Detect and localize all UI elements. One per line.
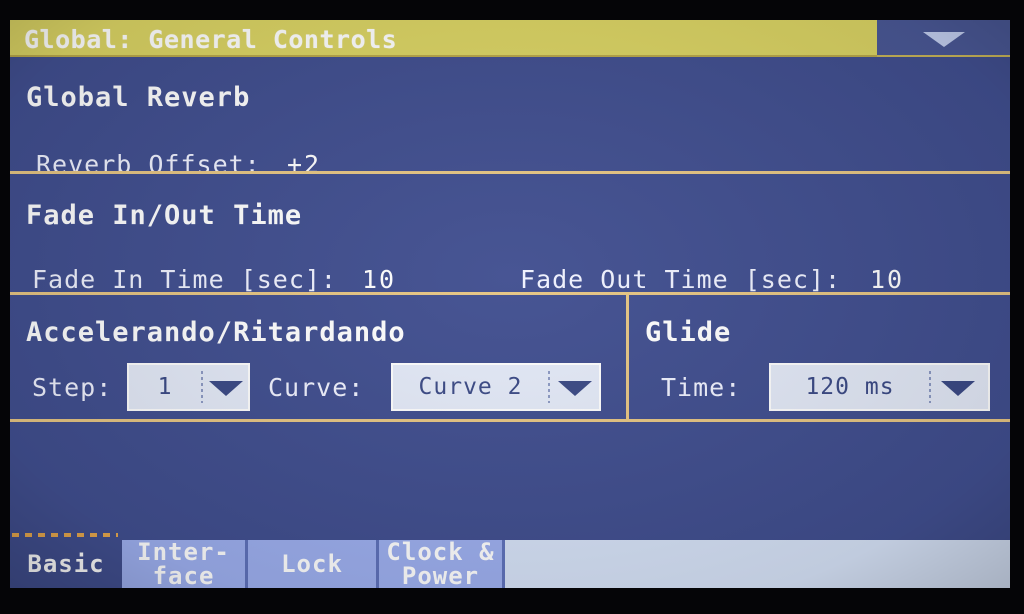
fade-in-time-value[interactable]: 10 <box>362 265 396 294</box>
fade-out-time-value[interactable]: 10 <box>870 265 904 294</box>
curve-dropdown[interactable]: Curve 2 <box>391 363 601 411</box>
page-menu-button[interactable] <box>877 20 1010 57</box>
accelerando-ritardando-heading: Accelerando/Ritardando <box>26 317 406 348</box>
chevron-down-icon <box>209 381 243 396</box>
fade-section: Fade In/Out Time Fade In Time [sec]: 10 … <box>10 174 1010 294</box>
display-bezel: Global: General Controls Global Reverb R… <box>0 0 1024 614</box>
glide-section: Glide Time: 120 ms <box>629 295 1010 419</box>
tab-bar-empty-area <box>505 540 1010 588</box>
divider-accel-bottom <box>10 419 1010 422</box>
chevron-down-icon <box>941 381 975 396</box>
glide-time-dropdown[interactable]: 120 ms <box>769 363 990 411</box>
dropdown-separator <box>548 371 550 403</box>
tab-clock-power[interactable]: Clock & Power <box>379 537 505 588</box>
fade-out-time-label: Fade Out Time [sec]: <box>520 265 842 294</box>
step-label: Step: <box>32 373 113 402</box>
active-tab-marker <box>12 533 118 537</box>
tab-basic[interactable]: Basic <box>10 540 122 588</box>
fade-heading: Fade In/Out Time <box>26 200 303 231</box>
glide-time-label: Time: <box>661 373 742 402</box>
global-reverb-heading: Global Reverb <box>26 82 251 113</box>
chevron-down-icon <box>922 32 965 47</box>
page-title: Global: General Controls <box>24 25 398 54</box>
tab-bar: Basic Inter-face Lock Clock & Power <box>10 533 1010 588</box>
tab-clock-power-label: Clock & Power <box>386 537 495 588</box>
dropdown-separator <box>929 371 931 403</box>
glide-heading: Glide <box>645 317 732 348</box>
step-dropdown-value: 1 <box>157 374 173 400</box>
tab-basic-label: Basic <box>27 549 105 578</box>
step-dropdown[interactable]: 1 <box>127 363 250 411</box>
tab-lock[interactable]: Lock <box>248 540 379 588</box>
curve-dropdown-value: Curve 2 <box>418 374 523 400</box>
glide-time-dropdown-value: 120 ms <box>805 374 895 400</box>
fade-in-time-label: Fade In Time [sec]: <box>32 265 337 294</box>
tab-interface[interactable]: Inter-face <box>122 537 248 588</box>
tab-interface-label: Inter-face <box>137 537 230 588</box>
curve-label: Curve: <box>268 373 365 402</box>
title-bar: Global: General Controls <box>10 20 1010 57</box>
dropdown-separator <box>201 371 203 403</box>
lcd-screen: Global: General Controls Global Reverb R… <box>10 20 1010 588</box>
tab-lock-label: Lock <box>281 549 343 578</box>
chevron-down-icon <box>558 381 592 396</box>
